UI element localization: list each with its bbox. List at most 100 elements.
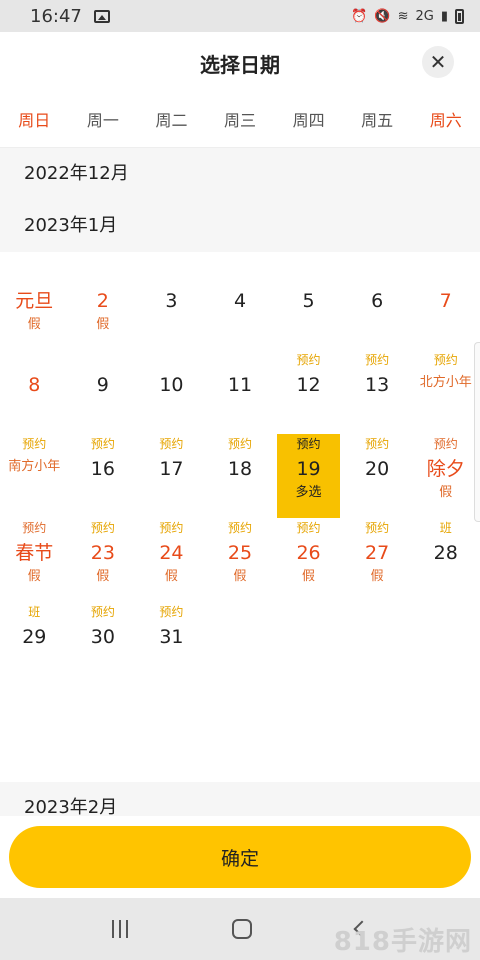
network-type: 2G (415, 8, 434, 24)
status-time: 16:47 (30, 5, 82, 27)
calendar-scroll[interactable]: 2022年12月 2023年1月 元旦假 2 假 3 4 5 6 7 8 9 10 11 预约 12 预约 1… (0, 148, 480, 816)
battery-icon (455, 8, 464, 24)
dialog-header: 选择日期 ✕ (0, 32, 480, 94)
day-cell[interactable]: 预约 16 (69, 434, 138, 518)
close-button[interactable]: ✕ (422, 46, 454, 78)
day-cell[interactable]: 预约 12 (274, 350, 343, 434)
day-bottom-label: 假 (27, 569, 41, 584)
day-cell[interactable]: 预约 春节假 (0, 518, 69, 602)
day-cell[interactable]: 11 (206, 350, 275, 434)
day-top-label: 预约 (90, 605, 115, 619)
day-cell[interactable]: 3 (137, 266, 206, 350)
day-cell[interactable]: 预约 20 (343, 434, 412, 518)
day-cell[interactable]: 预约 30 (69, 602, 138, 686)
day-top-label: 班 (439, 521, 452, 535)
watermark: 818手游网 (333, 927, 472, 957)
day-cell[interactable]: 元旦假 (0, 266, 69, 350)
day-cell[interactable]: 9 (69, 350, 138, 434)
day-number: 7 (439, 290, 452, 312)
weekday-label: 周四 (292, 111, 325, 130)
day-cell[interactable]: 预约 18 (206, 434, 275, 518)
day-cell[interactable]: 预约 北方小年 (411, 350, 480, 434)
day-number: 20 (365, 458, 390, 480)
status-icons: ⏰ 🔇 ≋ 2G ▮ (351, 8, 464, 24)
day-cell[interactable]: 2假 (69, 266, 138, 350)
wifi-icon: ≋ (397, 8, 409, 24)
day-bottom-label: 多选 (295, 485, 322, 500)
day-bottom-label: 假 (439, 485, 453, 500)
day-number: 3 (165, 290, 178, 312)
day-number: 29 (22, 626, 47, 648)
day-bottom-label: 假 (302, 569, 316, 584)
day-cell[interactable]: 10 (137, 350, 206, 434)
day-top-label (274, 268, 343, 284)
month-header-feb: 2023年2月 (0, 782, 480, 816)
jan-grid: 元旦假 2 假 3 4 5 6 7 8 9 10 11 预约 12 预约 13 预约 北方小年 预约 南方小年 预约 16… (0, 266, 480, 686)
day-cell[interactable]: 班 28 (411, 518, 480, 602)
day-cell[interactable]: 8 (0, 350, 69, 434)
day-number: 10 (159, 374, 184, 396)
day-number: 北方小年 (419, 375, 472, 390)
close-icon: ✕ (429, 50, 447, 74)
day-top-label: 班 (28, 605, 41, 619)
day-top-label (137, 352, 206, 368)
day-cell[interactable]: 预约 24 假 (137, 518, 206, 602)
day-number: 27 (365, 542, 390, 564)
day-bottom-label: 假 (27, 317, 41, 332)
day-cell[interactable]: 预约 17 (137, 434, 206, 518)
day-top-label: 预约 (365, 521, 390, 535)
day-top-label: 预约 (159, 605, 184, 619)
day-cell[interactable]: 预约 23 假 (69, 518, 138, 602)
weekday-label: 周日 (18, 111, 51, 130)
day-top-label: 预约 (90, 521, 115, 535)
day-number: 2 (96, 290, 109, 312)
day-number: 31 (159, 626, 184, 648)
day-number: 19 (296, 458, 321, 480)
day-top-label: 预约 (159, 521, 184, 535)
day-top-label (137, 268, 206, 284)
day-cell[interactable]: 预约 19 多选 (277, 434, 340, 518)
day-cell[interactable]: 班 29 (0, 602, 69, 686)
mute-icon: 🔇 (374, 8, 391, 24)
day-top-label: 预约 (433, 353, 458, 367)
day-number: 6 (371, 290, 384, 312)
day-number: 16 (90, 458, 115, 480)
side-drawer-handle[interactable] (474, 342, 480, 522)
day-number: 5 (302, 290, 315, 312)
day-cell[interactable]: 预约 南方小年 (0, 434, 69, 518)
day-cell[interactable]: 预约 26 假 (274, 518, 343, 602)
day-cell[interactable]: 7 (411, 266, 480, 350)
day-top-label (206, 268, 275, 284)
day-number: 春节 (15, 542, 54, 564)
day-cell[interactable]: 4 (206, 266, 275, 350)
weekday-label: 周一 (86, 111, 119, 130)
weekday-row: 周日 周一 周二 周三 周四 周五 周六 (0, 94, 480, 148)
day-cell[interactable]: 5 (274, 266, 343, 350)
day-number: 11 (227, 374, 253, 396)
day-cell[interactable]: 6 (343, 266, 412, 350)
day-number: 30 (90, 626, 115, 648)
day-number: 除夕 (426, 458, 465, 480)
signal-icon: ▮ (440, 8, 448, 24)
day-cell[interactable]: 预约 31 (137, 602, 206, 686)
day-top-label: 预约 (22, 437, 47, 451)
recents-icon[interactable] (112, 920, 128, 938)
day-number: 26 (296, 542, 321, 564)
confirm-button[interactable]: 确定 (9, 826, 471, 888)
day-number: 23 (90, 542, 115, 564)
day-cell[interactable]: 预约 27 假 (343, 518, 412, 602)
day-top-label: 预约 (22, 521, 47, 535)
day-top-label (343, 268, 412, 284)
alarm-icon: ⏰ (351, 8, 368, 24)
day-cell[interactable]: 预约 13 (343, 350, 412, 434)
day-number: 24 (159, 542, 184, 564)
month-header-dec: 2022年12月 (0, 148, 480, 200)
day-number: 9 (96, 374, 109, 396)
day-cell[interactable]: 预约 25 假 (206, 518, 275, 602)
home-icon[interactable] (232, 919, 252, 939)
day-cell[interactable]: 预约 除夕假 (411, 434, 480, 518)
day-top-label: 预约 (365, 437, 390, 451)
day-top-label: 预约 (296, 521, 321, 535)
day-number: 4 (233, 290, 247, 312)
day-top-label (0, 352, 69, 368)
